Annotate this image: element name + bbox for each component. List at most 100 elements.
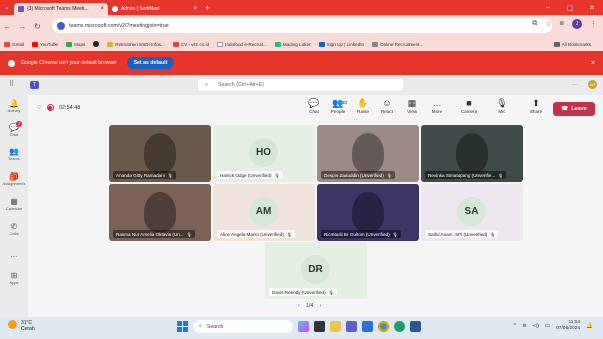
teams-search-input[interactable]: ⌕ Search (Ctrl+Alt+E) (198, 79, 403, 91)
bookmark-online[interactable]: Online Recruitment... (372, 41, 423, 47)
participant-tile[interactable]: Ricmaulii Br Gultom (Unverified) 🎙 (317, 184, 419, 241)
control-mic[interactable]: 🎙 Mic (490, 98, 514, 114)
bookmark-youtube[interactable]: YouTube (32, 41, 58, 47)
tab-search-icon[interactable]: ⌄ (0, 4, 14, 11)
all-bookmarks[interactable]: All Bookmarks (553, 41, 591, 47)
rail-item-assignments[interactable]: 🎒 Assignments (0, 172, 28, 186)
maps-icon (66, 41, 73, 47)
rail-item-chat[interactable]: 💬 3 Chat (0, 121, 28, 137)
notice-close-icon[interactable]: × (591, 60, 595, 67)
control-label: React (380, 109, 393, 114)
tray-chevron-icon[interactable]: ^ (514, 323, 517, 329)
copilot-icon[interactable] (298, 321, 309, 332)
bell-icon: 🔔 (9, 99, 19, 108)
bookmark-gmail[interactable]: Gmail (4, 41, 24, 47)
control-react[interactable]: ☺ React (375, 98, 399, 114)
tab-close-icon[interactable]: × (193, 6, 197, 12)
control-chat[interactable]: 💬 Chat (302, 98, 326, 114)
set-default-button[interactable]: Set as default (126, 57, 175, 69)
control-label: Share (529, 109, 543, 114)
folder-icon (553, 41, 560, 47)
participant-initials-avatar: HO (249, 138, 278, 167)
bookmark-cv[interactable]: CV - vcc.co.id (172, 41, 209, 47)
edge-icon[interactable] (394, 321, 405, 332)
control-people[interactable]: 👥 33 People (326, 98, 350, 114)
rail-item-more[interactable]: ... (0, 250, 28, 259)
participant-tile[interactable]: HO Hanick Odge (Unverified) 🎙 (213, 125, 315, 182)
minimize-icon[interactable]: – (537, 4, 559, 11)
control-share[interactable]: ⬆ Share (524, 98, 548, 114)
file-explorer-icon[interactable] (330, 321, 341, 332)
teams-app-icon[interactable] (346, 321, 357, 332)
tab-close-icon[interactable]: × (100, 6, 104, 12)
bookmark-star-icon[interactable]: ☆ (545, 20, 551, 28)
bookmark-round[interactable] (93, 41, 100, 47)
participant-tile[interactable]: Revinka Simatupang (Unverifie... 🎙 (421, 125, 523, 182)
participant-name-label: Ricmaulii Br Gultom (Unverified) 🎙 (321, 230, 401, 238)
windows-start-icon[interactable] (177, 321, 188, 332)
site-info-icon[interactable] (57, 21, 65, 30)
rail-item-calls[interactable]: ✆ Calls (0, 222, 28, 236)
back-icon[interactable]: ← (0, 22, 15, 31)
prev-page-icon[interactable]: ‹ (298, 303, 300, 309)
user-avatar[interactable]: AR (588, 80, 597, 89)
participant-name: Alice Angela Marici (Unverified) (220, 231, 284, 237)
wifi-icon[interactable]: ≋ (522, 323, 527, 329)
mic-muted-icon: 🎙 (274, 172, 280, 178)
tab-teams-meeting[interactable]: (3) Microsoft Teams Meeti... × (14, 3, 108, 15)
leave-button[interactable]: ☎ Leave (553, 102, 595, 116)
participant-tile[interactable]: AM Alice Angela Marici (Unverified) 🎙 (213, 184, 315, 241)
control-more[interactable]: … More (425, 98, 449, 114)
bookmarks-bar: Gmail YouTube Maps Rekrutmen SSDI Infos.… (0, 37, 603, 51)
menu-icon[interactable]: ⋮ (590, 20, 597, 28)
participant-tile[interactable]: Ananda Gitty Ramadani 🎙 (109, 125, 211, 182)
reload-icon[interactable]: ↻ (30, 22, 45, 31)
apps-icon: ⊞ (10, 271, 18, 280)
new-tab-icon[interactable]: + (205, 3, 210, 13)
word-icon[interactable] (410, 321, 421, 332)
notification-icon[interactable]: 🔔 (586, 323, 593, 329)
share-icon: ⬆ (532, 98, 540, 108)
bookmark-rekrutmen[interactable]: Rekrutmen SSDI Infos... (107, 41, 165, 47)
control-camera[interactable]: ■ Camera (457, 98, 481, 114)
participant-name: Saiful Anam, SPi (Unverified) (428, 231, 488, 237)
store-icon[interactable] (362, 321, 373, 332)
participant-video-feed (144, 192, 176, 232)
next-page-icon[interactable]: › (320, 303, 322, 309)
participant-tile[interactable]: Despin Zaauddin (Unverified) 🎙 (317, 125, 419, 182)
rail-item-activity[interactable]: 🔔 Activity (0, 99, 28, 113)
extensions-icon[interactable]: ⧈ (560, 20, 564, 28)
profile-avatar[interactable]: J (572, 19, 582, 29)
control-view[interactable]: ▦ View (400, 98, 424, 114)
participant-name-label: Alice Angela Marici (Unverified) 🎙 (217, 230, 295, 238)
rail-item-apps[interactable]: ⊞ Apps (0, 271, 28, 285)
bookmark-linkedin[interactable]: Sign Up | LinkedIn (318, 41, 364, 47)
taskbar-search[interactable]: ⌕ Search (193, 320, 293, 333)
volume-icon[interactable]: ◁) (533, 323, 539, 329)
bookmark-maps[interactable]: Maps (66, 41, 85, 47)
gallery-pager: ‹ 1/4 › (298, 303, 321, 309)
weather-widget[interactable]: 31°C Cerah (8, 320, 35, 332)
url-field[interactable]: teams.microsoft.com/v2/?meetingjoin=true (52, 18, 552, 33)
bookmark-indofood[interactable]: Indofood e-Recruit... (217, 41, 267, 47)
rail-item-calendar[interactable]: ▦ Calendar (0, 197, 28, 211)
participant-tile[interactable]: DR Davis Reendy (Unverified) 🎙 (265, 242, 367, 299)
install-icon[interactable]: ⧉ (532, 20, 537, 28)
participant-video-feed (352, 133, 384, 173)
close-window-icon[interactable]: ✕ (581, 4, 603, 12)
battery-icon[interactable]: ▭ (545, 323, 550, 329)
app-launcher-icon[interactable]: ⠿ (9, 80, 14, 88)
maximize-icon[interactable]: ▢ (559, 4, 581, 12)
clock[interactable]: 11:54 07/06/2024 (556, 320, 580, 332)
participant-tile[interactable]: SA Saiful Anam, SPi (Unverified) 🎙 (421, 184, 523, 241)
control-raise[interactable]: ✋ Raise (351, 98, 375, 114)
participant-tile[interactable]: Rasma Nur Amelia Oktavia (Un... 🎙 (109, 184, 211, 241)
forward-icon[interactable]: → (15, 22, 30, 31)
more-options-icon[interactable]: ··· (572, 82, 578, 88)
task-view-icon[interactable] (314, 321, 325, 332)
chrome-app-icon[interactable] (378, 321, 389, 332)
tab-admin[interactable]: Admin | SertiNaxi × (108, 3, 201, 15)
bookmark-mading[interactable]: Mading Loker (274, 41, 311, 47)
rail-item-teams[interactable]: 👥 Teams (0, 147, 28, 161)
linkedin-icon (318, 41, 325, 47)
